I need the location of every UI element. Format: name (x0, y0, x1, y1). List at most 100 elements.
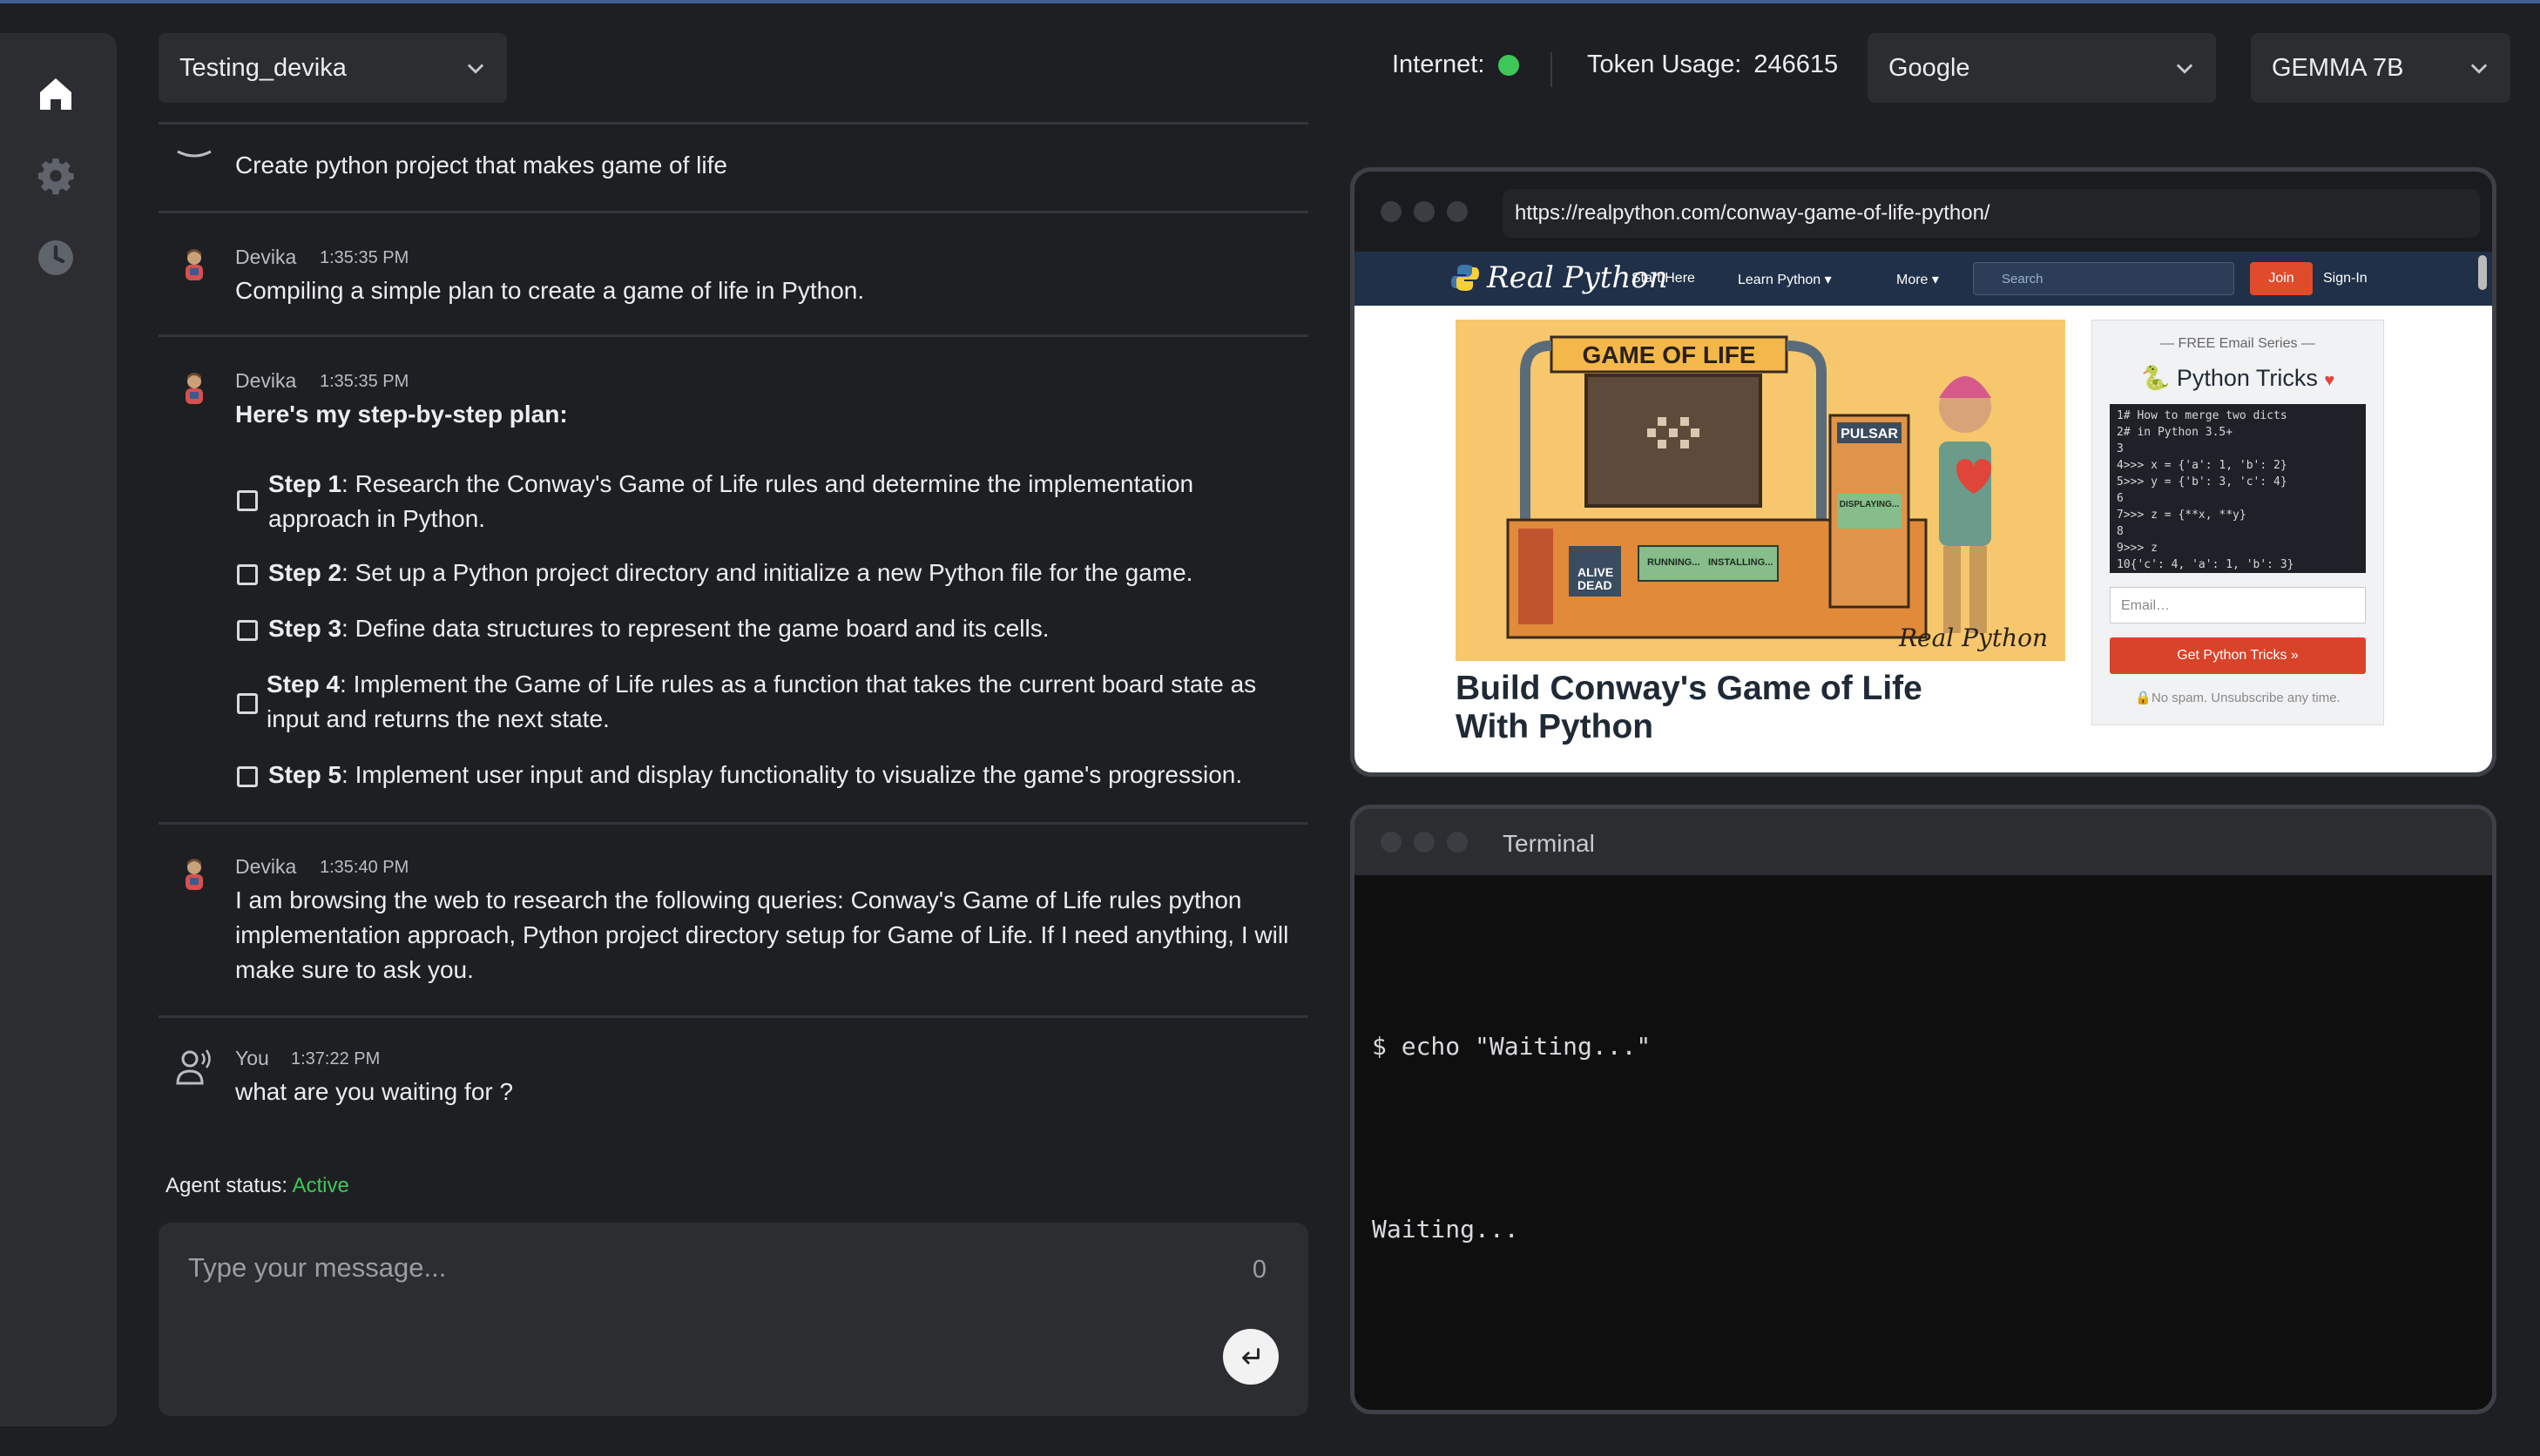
window-dot[interactable] (1414, 832, 1435, 853)
lock-icon: 🔒 (2135, 691, 2152, 705)
site-nav-start-here[interactable]: Start Here (1631, 271, 1695, 286)
internet-status-dot (1498, 54, 1520, 76)
article-title[interactable]: Build Conway's Game of Life With Python (1456, 670, 1922, 746)
message-input[interactable] (186, 1250, 1200, 1306)
token-label: Token Usage: (1587, 51, 1742, 78)
site-signin-link[interactable]: Sign-In (2323, 271, 2368, 286)
step-text: : Research the Conway's Game of Life rul… (341, 470, 1194, 497)
window-dot[interactable] (1381, 201, 1402, 222)
article-title-line: Build Conway's Game of Life (1456, 670, 1922, 707)
plan-step: Step 2: Set up a Python project director… (268, 556, 1314, 590)
chevron-down-icon (2470, 64, 2488, 74)
terminal-line: $ echo "Waiting..." (1372, 1032, 1652, 1061)
agent-status-value: Active (292, 1174, 349, 1197)
enter-icon (1242, 1348, 1260, 1365)
no-spam-text: No spam. Unsubscribe any time. (2151, 691, 2341, 705)
search-engine-select[interactable]: Google (1868, 33, 2216, 103)
message-text: Compiling a simple plan to create a game… (235, 277, 865, 304)
banner-label-pulsar: PULSAR (1841, 427, 1898, 442)
banner-label-alive: ALIVE (1577, 565, 1613, 579)
devika-avatar-icon (186, 859, 203, 890)
message-line: implementation approach, Python project … (235, 921, 1289, 948)
site-nav-learn-python[interactable]: Learn Python ▾ (1738, 271, 1832, 288)
get-python-tricks-button[interactable]: Get Python Tricks » (2110, 637, 2366, 674)
user-avatar-icon (176, 1049, 211, 1085)
terminal-title: Terminal (1503, 830, 1595, 857)
message-text: what are you waiting for ? (235, 1078, 514, 1105)
banner-label-installing: INSTALLING... (1708, 557, 1773, 568)
browser-scrollbar[interactable] (2478, 255, 2487, 290)
step-checkbox[interactable] (237, 490, 258, 511)
email-input[interactable]: Email… (2110, 587, 2366, 624)
message-author: Devika (235, 855, 297, 878)
divider (159, 122, 1308, 125)
devika-avatar-icon (186, 373, 203, 404)
divider (159, 1015, 1308, 1018)
article-title-line: With Python (1456, 708, 1654, 745)
clock-icon[interactable] (35, 237, 77, 279)
step-checkbox[interactable] (237, 693, 258, 714)
browser-url-bar[interactable]: https://realpython.com/conway-game-of-li… (1503, 189, 2480, 238)
window-dot[interactable] (1447, 832, 1468, 853)
browser-panel: https://realpython.com/conway-game-of-li… (1350, 167, 2496, 777)
window-dot[interactable] (1447, 201, 1468, 222)
gear-icon[interactable] (35, 155, 77, 197)
step-label: Step 4 (267, 671, 341, 698)
step-label: Step 1 (268, 470, 342, 497)
token-value: 246615 (1753, 51, 1839, 78)
step-label: Step 3 (268, 615, 342, 642)
step-checkbox[interactable] (237, 620, 258, 641)
internet-status: Internet: (1392, 51, 1520, 79)
message-time: 1:37:22 PM (291, 1049, 381, 1068)
window-dot[interactable] (1414, 201, 1435, 222)
project-name: Testing_devika (179, 53, 347, 82)
step-label: Step 5 (268, 761, 342, 788)
window-controls (1381, 832, 1468, 853)
search-engine-value: Google (1888, 53, 1970, 82)
send-button[interactable] (1223, 1329, 1279, 1385)
agent-status-label: Agent status: (166, 1174, 288, 1197)
model-select[interactable]: GEMMA 7B (2251, 33, 2510, 103)
project-select[interactable]: Testing_devika (159, 33, 507, 103)
message-time: 1:35:35 PM (320, 248, 409, 267)
message-author: You (235, 1047, 269, 1069)
no-spam-note: 🔒No spam. Unsubscribe any time. (2092, 690, 2383, 705)
step-checkbox[interactable] (237, 564, 258, 585)
plan-step: Step 4: Implement the Game of Life rules… (267, 667, 1312, 737)
email-card-title-text: Python Tricks (2176, 365, 2318, 391)
header-divider (1550, 52, 1552, 87)
window-dot[interactable] (1381, 832, 1402, 853)
banner-label-running: RUNNING... (1647, 557, 1700, 568)
step-label: Step 2 (268, 559, 342, 586)
devika-avatar-icon (186, 249, 203, 280)
terminal-panel: Terminal $ echo "Waiting..." Waiting... (1350, 805, 2496, 1414)
terminal-output[interactable]: $ echo "Waiting..." Waiting... (1372, 894, 1651, 1382)
site-join-button[interactable]: Join (2250, 262, 2313, 295)
step-text: : Implement the Game of Life rules as a … (340, 671, 1257, 698)
user-avatar-icon (177, 150, 212, 158)
code-snippet: 1# How to merge two dicts 2# in Python 3… (2110, 404, 2366, 573)
plan-step: Step 5: Implement user input and display… (268, 758, 1314, 792)
browser-viewport: Real Python Start Here Learn Python ▾ Mo… (1354, 252, 2492, 772)
python-logo-icon (1451, 265, 1479, 291)
plan-step: Step 3: Define data structures to repres… (268, 611, 1314, 646)
banner-title: GAME OF LIFE (1582, 341, 1755, 368)
token-usage: Token Usage: 246615 (1587, 51, 1838, 79)
plan-heading: Here's my step-by-step plan: (235, 401, 568, 428)
message-time: 1:35:35 PM (320, 372, 409, 391)
message-line: I am browsing the web to research the fo… (235, 886, 1242, 913)
agent-status: Agent status: Active (166, 1174, 349, 1198)
sidebar (0, 33, 117, 1426)
model-value: GEMMA 7B (2272, 53, 2404, 82)
message-text: Create python project that makes game of… (235, 152, 727, 179)
snake-icon: 🐍 (2140, 365, 2171, 391)
site-search-input[interactable]: Search (1973, 262, 2234, 295)
message-author: Devika (235, 246, 297, 268)
top-accent-line (0, 0, 2540, 3)
email-series-label: — FREE Email Series — (2160, 336, 2315, 351)
window-controls (1381, 201, 1468, 222)
home-icon[interactable] (35, 73, 77, 115)
site-nav-more[interactable]: More ▾ (1896, 271, 1939, 288)
message-author: Devika (235, 369, 297, 392)
step-checkbox[interactable] (237, 766, 258, 787)
